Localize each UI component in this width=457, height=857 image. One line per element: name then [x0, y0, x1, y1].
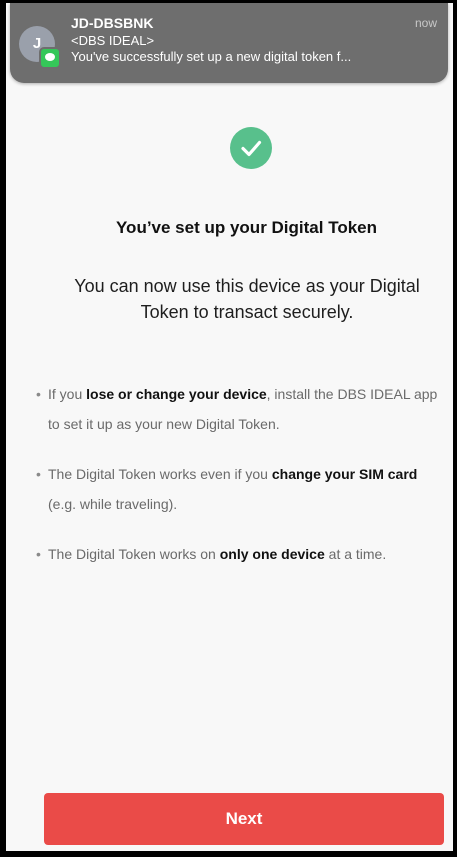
bullet-emphasis: only one device	[219, 546, 325, 562]
messages-icon	[39, 47, 61, 69]
notification-subtitle: <DBS IDEAL>	[71, 33, 155, 48]
bullet-text: at a time.	[324, 546, 387, 562]
notification-message: You've successfully set up a new digital…	[71, 49, 352, 64]
bullet-emphasis: lose or change your device	[86, 386, 267, 402]
info-bullet-one-device: The Digital Token works on only one devi…	[36, 539, 446, 569]
checkmark-icon	[241, 140, 262, 157]
check-circle-icon	[230, 127, 272, 169]
notification-time: now	[414, 16, 437, 30]
page-title: You’ve set up your Digital Token	[115, 218, 378, 237]
device-frame: J JD-DBSBNK <DBS IDEAL> You've successfu…	[0, 0, 457, 857]
info-list: If you lose or change your device, insta…	[36, 379, 446, 569]
page-subtitle: You can now use this device as your Digi…	[74, 276, 420, 322]
app-screen: J JD-DBSBNK <DBS IDEAL> You've successfu…	[6, 3, 453, 851]
next-button[interactable]: Next	[44, 793, 444, 845]
info-bullet-sim-card: The Digital Token works even if you chan…	[36, 459, 446, 519]
info-bullet-lost-device: If you lose or change your device, insta…	[36, 379, 446, 439]
bullet-emphasis: change your SIM card	[271, 466, 418, 482]
notification-sender: JD-DBSBNK	[71, 15, 154, 31]
bullet-text: The Digital Token works on	[48, 546, 220, 562]
bullet-text: The Digital Token works even if you	[48, 466, 272, 482]
bullet-text: If you	[48, 386, 87, 402]
bullet-text: (e.g. while traveling).	[48, 496, 178, 512]
sms-notification-banner[interactable]: J JD-DBSBNK <DBS IDEAL> You've successfu…	[10, 3, 448, 83]
